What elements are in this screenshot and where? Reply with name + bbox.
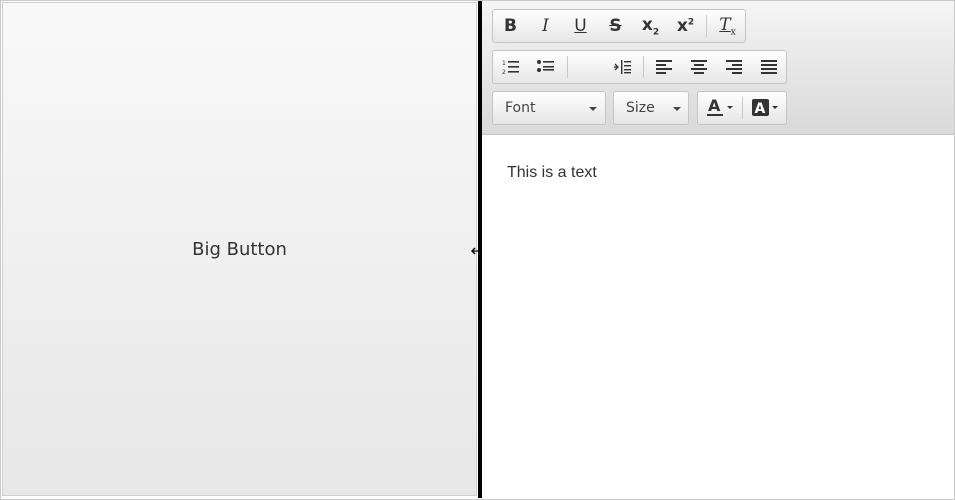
background-color-icon: A [752, 99, 778, 117]
italic-button[interactable]: I [528, 10, 563, 42]
rich-text-editor: B I U S x2 x2 Tx 1 2 Font Size A A This … [482, 1, 954, 498]
align-center-button[interactable] [681, 51, 716, 83]
subscript-button[interactable]: x2 [633, 10, 668, 42]
format-group: B I U S x2 x2 Tx [492, 9, 746, 43]
big-button[interactable]: Big Button [2, 2, 477, 496]
underline-button[interactable]: U [563, 10, 598, 42]
strikethrough-icon: S [609, 16, 622, 36]
justify-icon [760, 60, 777, 74]
background-color-button[interactable]: A [745, 92, 785, 124]
align-left-button[interactable] [646, 51, 681, 83]
superscript-icon: x2 [676, 16, 695, 36]
indent-icon [613, 60, 631, 74]
align-right-icon [725, 60, 742, 74]
align-right-button[interactable] [716, 51, 751, 83]
subscript-icon: x2 [641, 14, 660, 38]
ordered-list-button[interactable]: 1 2 [493, 51, 528, 83]
svg-text:1: 1 [502, 60, 506, 67]
editor-content-text: This is a text [507, 164, 597, 181]
indent-button[interactable] [605, 51, 640, 83]
align-left-icon [655, 60, 672, 74]
paragraph-group: 1 2 [492, 50, 787, 84]
font-dropdown[interactable]: Font [492, 91, 606, 125]
editor-toolbar: B I U S x2 x2 Tx 1 2 Font Size A A [482, 1, 954, 135]
svg-text:A: A [708, 97, 721, 115]
text-color-icon: A [707, 97, 733, 116]
toolbar-separator [567, 56, 568, 78]
toolbar-separator [742, 97, 743, 119]
svg-text:2: 2 [502, 69, 506, 75]
size-dropdown[interactable]: Size [613, 91, 689, 125]
bold-icon: B [504, 16, 517, 36]
toolbar-separator [643, 56, 644, 78]
clear-format-icon: Tx [719, 14, 736, 38]
align-center-icon [690, 60, 707, 74]
strikethrough-button[interactable]: S [598, 10, 633, 42]
superscript-button[interactable]: x2 [668, 10, 703, 42]
chevron-down-icon [673, 107, 681, 111]
italic-icon: I [542, 16, 549, 36]
svg-text:A: A [755, 101, 766, 117]
editor-content-area[interactable]: This is a text [482, 135, 954, 497]
toolbar-separator [706, 15, 707, 37]
underline-icon: U [574, 16, 587, 36]
bold-button[interactable]: B [493, 10, 528, 42]
unordered-list-icon [536, 60, 554, 72]
ordered-list-icon: 1 2 [502, 60, 519, 75]
big-button-label: Big Button [192, 238, 287, 260]
font-dropdown-label: Font [505, 100, 536, 116]
chevron-down-icon [589, 107, 597, 111]
text-color-button[interactable]: A [700, 92, 740, 124]
clear-format-button[interactable]: Tx [710, 10, 745, 42]
size-dropdown-label: Size [626, 100, 655, 116]
justify-button[interactable] [751, 51, 786, 83]
unordered-list-button[interactable] [528, 51, 563, 83]
color-group: A A [697, 91, 787, 125]
